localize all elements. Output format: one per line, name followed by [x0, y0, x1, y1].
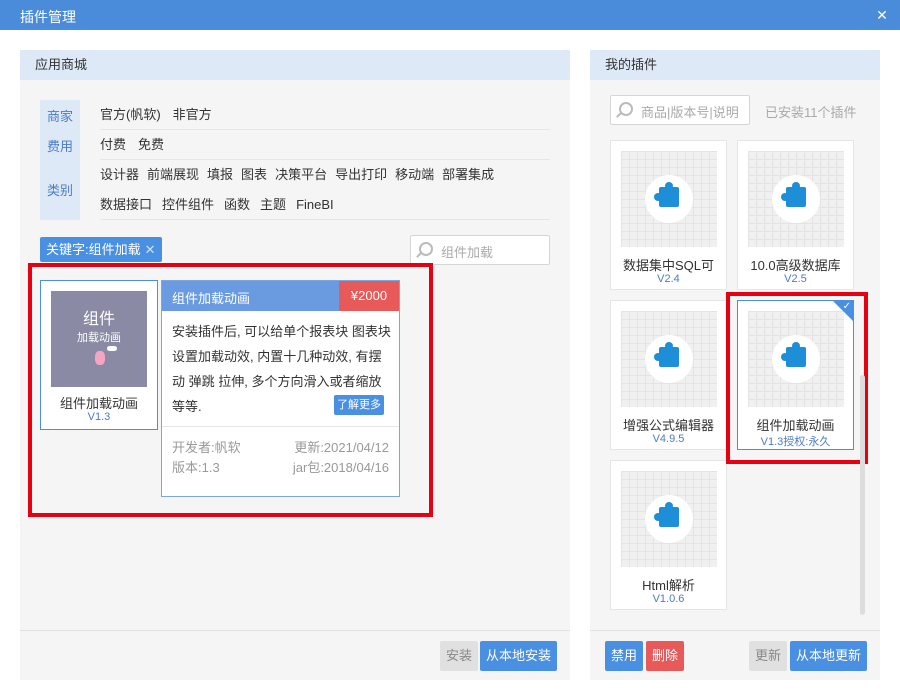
search-icon	[619, 102, 633, 116]
filter-option[interactable]: 填报	[207, 160, 233, 190]
detail-header: 组件加载动画 ¥2000	[162, 281, 399, 311]
filter-option[interactable]: 官方(帆软)	[100, 100, 161, 130]
app-store-header: 应用商城	[20, 50, 570, 80]
keyword-tag: 关键字:组件加载 ✕	[40, 237, 162, 262]
delete-button[interactable]: 删除	[646, 641, 685, 671]
plugin-card-result[interactable]: 组件 加载动画 组件加载动画 V1.3	[40, 280, 158, 430]
filter-option[interactable]: 前端展现	[147, 160, 199, 190]
plugin-thumbnail	[621, 311, 717, 407]
filter-option[interactable]: 移动端	[395, 160, 434, 190]
detail-version: 版本:1.3	[172, 460, 220, 475]
installed-count: 已安装11个插件	[765, 105, 857, 120]
scrollbar[interactable]	[860, 375, 865, 615]
highlight-box	[726, 292, 868, 464]
plugin-card[interactable]: Html解析 V1.0.6	[610, 460, 727, 610]
plugin-name: 数据集中SQL可	[622, 258, 714, 273]
search-icon	[419, 242, 433, 256]
plugin-version: V1.3	[87, 411, 111, 423]
window-title: 插件管理	[20, 9, 76, 25]
plugin-card[interactable]: 10.0高级数据库 V2.5	[737, 140, 854, 290]
plugin-card[interactable]: 增强公式编辑器 V4.9.5	[610, 300, 727, 450]
detail-jar: jar包:2018/04/16	[292, 460, 389, 475]
update-button[interactable]: 更新	[749, 641, 788, 671]
plugin-name: 10.0高级数据库	[750, 258, 841, 273]
filter-row-fee: 付费 免费	[100, 130, 550, 160]
learn-more-button[interactable]: 了解更多	[334, 395, 384, 415]
my-plugins-header: 我的插件	[590, 50, 880, 80]
remove-tag-icon[interactable]: ✕	[145, 242, 156, 257]
plugin-detail-popup: 组件加载动画 ¥2000 安装插件后, 可以给单个报表块 图表块设置加载动效, …	[161, 280, 400, 497]
plugin-version: V4.9.5	[652, 433, 685, 445]
search-placeholder: 组件加载	[441, 245, 494, 260]
pig-icon	[95, 351, 105, 365]
thumb-subtitle: 加载动画	[77, 332, 121, 344]
detail-developer: 开发者:帆软	[172, 440, 241, 455]
my-plugins-panel: 我的插件 商品|版本号|说明 已安装11个插件 数据集中SQL可 V2.4 10…	[590, 50, 880, 680]
puzzle-icon	[654, 342, 679, 367]
plugin-thumbnail	[621, 151, 717, 247]
plugin-thumbnail	[621, 471, 717, 567]
keyword-tag-label: 关键字:组件加载	[46, 242, 141, 257]
filter-option[interactable]: 非官方	[173, 100, 212, 130]
plugin-version: V2.5	[784, 273, 807, 285]
puzzle-icon	[654, 182, 679, 207]
filter-option[interactable]: 图表	[241, 160, 267, 190]
store-search-input[interactable]: 组件加载	[410, 235, 550, 265]
filter-label-vendor: 商家	[46, 109, 73, 124]
install-button[interactable]: 安装	[440, 641, 479, 671]
my-plugins-search-input[interactable]: 商品|版本号|说明	[610, 95, 750, 125]
plugin-version: V2.4	[657, 273, 680, 285]
plugin-name: 组件加载动画	[59, 396, 138, 411]
search-placeholder: 商品|版本号|说明	[641, 105, 739, 120]
filter-option[interactable]: 付费	[100, 130, 126, 160]
filter-option[interactable]: 部署集成	[442, 160, 494, 190]
plugin-version: V1.0.6	[652, 593, 685, 605]
disable-button[interactable]: 禁用	[605, 641, 644, 671]
filter-option[interactable]: 免费	[138, 130, 164, 160]
update-local-button[interactable]: 从本地更新	[790, 641, 868, 671]
plugin-card[interactable]: 数据集中SQL可 V2.4	[610, 140, 727, 290]
plugin-name: 增强公式编辑器	[622, 418, 714, 433]
cloud-icon	[107, 346, 117, 351]
puzzle-icon	[781, 182, 806, 207]
install-local-button[interactable]: 从本地安装	[480, 641, 558, 671]
price-badge: ¥2000	[339, 281, 399, 311]
filter-row-category-1: 设计器 前端展现 填报 图表 决策平台 导出打印 移动端 部署集成	[100, 160, 550, 190]
detail-title: 组件加载动画	[172, 291, 251, 306]
filter-option[interactable]: 函数	[224, 190, 250, 220]
thumb-title: 组件	[82, 311, 115, 328]
store-footer: 安装 从本地安装	[20, 630, 570, 680]
filter-row-vendor: 官方(帆软) 非官方	[100, 100, 550, 130]
puzzle-icon	[654, 502, 679, 527]
filter-option[interactable]: 主题	[260, 190, 286, 220]
filter-label-fee: 费用	[46, 139, 73, 154]
plugin-thumbnail: 组件 加载动画	[51, 291, 147, 387]
close-icon[interactable]: ✕	[872, 5, 892, 25]
filter-option[interactable]: 控件组件	[162, 190, 214, 220]
filter-option[interactable]: 数据接口	[100, 190, 152, 220]
title-bar: 插件管理 ✕	[0, 0, 900, 30]
plugin-name: Html解析	[642, 578, 695, 593]
plugin-thumbnail	[748, 151, 844, 247]
divider	[162, 426, 399, 427]
app-store-panel: 应用商城 商家 费用 类别 官方(帆软) 非官方 付费 免费 设计器 前端展现 填报 图表…	[20, 50, 570, 680]
filter-option[interactable]: 导出打印	[335, 160, 387, 190]
filter-option[interactable]: FineBI	[296, 190, 334, 220]
filter-label-category: 类别	[46, 183, 73, 198]
my-plugins-footer: 禁用 删除 更新 从本地更新	[590, 630, 880, 680]
detail-updated: 更新:2021/04/12	[294, 440, 389, 455]
filter-option[interactable]: 决策平台	[275, 160, 327, 190]
filter-option[interactable]: 设计器	[100, 160, 139, 190]
filter-row-category-2: 数据接口 控件组件 函数 主题 FineBI	[100, 190, 550, 220]
filter-labels: 商家 费用 类别	[40, 100, 80, 220]
